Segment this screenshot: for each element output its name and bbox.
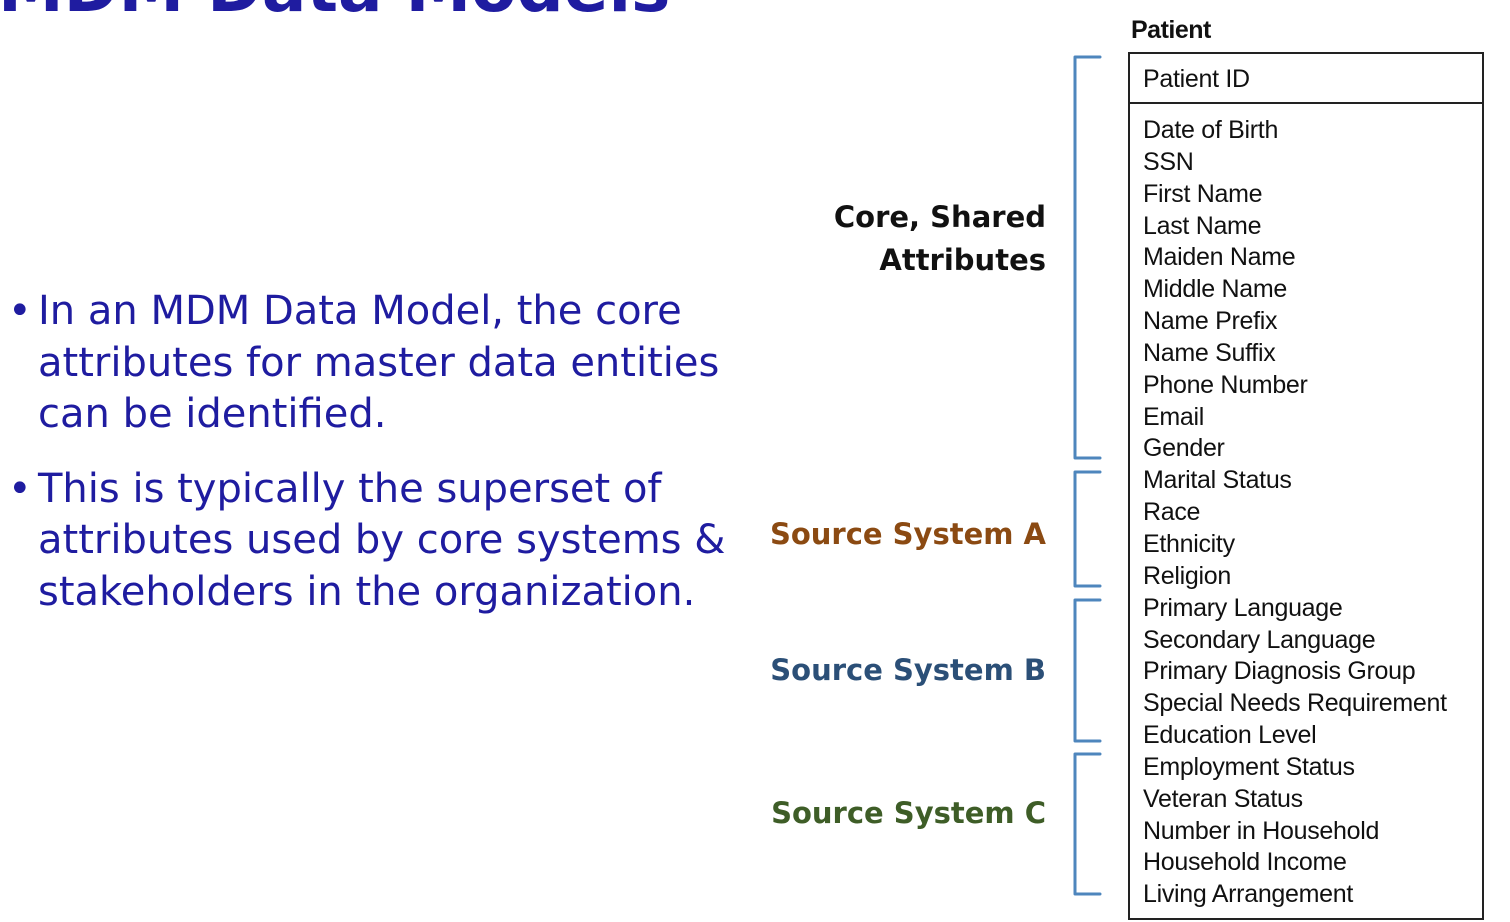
attribute-item: SSN — [1143, 147, 1194, 176]
attribute-item: Living Arrangement — [1143, 880, 1354, 909]
attribute-item: Household Income — [1143, 848, 1347, 877]
bullet-list: • In an MDM Data Model, the core attribu… — [0, 286, 740, 641]
attribute-item: Marital Status — [1143, 466, 1292, 495]
source-system-c-label: Source System C — [771, 796, 1046, 830]
bullet-text: In an MDM Data Model, the core attribute… — [38, 288, 720, 437]
source-system-b-label: Source System B — [770, 653, 1046, 687]
attribute-item: Maiden Name — [1143, 243, 1296, 272]
attribute-item: Primary Diagnosis Group — [1143, 657, 1416, 686]
attribute-item: Gender — [1143, 434, 1225, 463]
attribute-item: Name Suffix — [1143, 338, 1276, 367]
bullet-dot-icon: • — [8, 288, 32, 334]
attribute-item: Special Needs Requirement — [1143, 689, 1447, 718]
attribute-item: First Name — [1143, 179, 1263, 208]
core-attributes-label: Core, Shared Attributes — [834, 196, 1046, 282]
attribute-item: Employment Status — [1143, 752, 1355, 781]
core-attributes-label-line1: Core, Shared — [833, 200, 1046, 234]
slide-title: MDM Data Models — [0, 0, 670, 22]
attribute-item: Primary Language — [1143, 593, 1343, 622]
attribute-list: Date of Birth SSN First Name Last Name M… — [1130, 104, 1482, 911]
attribute-item: Middle Name — [1143, 275, 1287, 304]
attribute-item: Veteran Status — [1143, 784, 1303, 813]
core-bracket-icon — [1073, 55, 1102, 460]
attribute-item: Race — [1143, 498, 1201, 527]
bullet-item: • This is typically the superset of attr… — [0, 464, 740, 619]
source-system-a-label: Source System A — [769, 517, 1046, 551]
attribute-item: Date of Birth — [1143, 116, 1279, 144]
entity-title: Patient — [1131, 16, 1211, 44]
source-a-bracket-icon — [1073, 470, 1102, 588]
source-b-bracket-icon — [1073, 598, 1102, 743]
bullet-dot-icon: • — [8, 465, 32, 512]
patient-entity-box: Patient ID Date of Birth SSN First Name … — [1128, 52, 1484, 920]
primary-key-field: Patient ID — [1130, 54, 1482, 104]
core-attributes-label-line2: Attributes — [879, 243, 1046, 277]
attribute-item: Email — [1143, 402, 1205, 431]
attribute-item: Religion — [1143, 561, 1231, 590]
attribute-item: Last Name — [1143, 211, 1262, 240]
source-c-bracket-icon — [1073, 752, 1102, 896]
bullet-item: • In an MDM Data Model, the core attribu… — [0, 286, 740, 441]
attribute-item: Phone Number — [1143, 370, 1308, 399]
bullet-text: This is typically the superset of attrib… — [38, 465, 726, 615]
attribute-item: Ethnicity — [1143, 529, 1235, 558]
attribute-item: Education Level — [1143, 721, 1317, 750]
attribute-item: Name Prefix — [1143, 307, 1278, 336]
attribute-item: Number in Household — [1143, 816, 1380, 845]
attribute-item: Secondary Language — [1143, 625, 1376, 654]
